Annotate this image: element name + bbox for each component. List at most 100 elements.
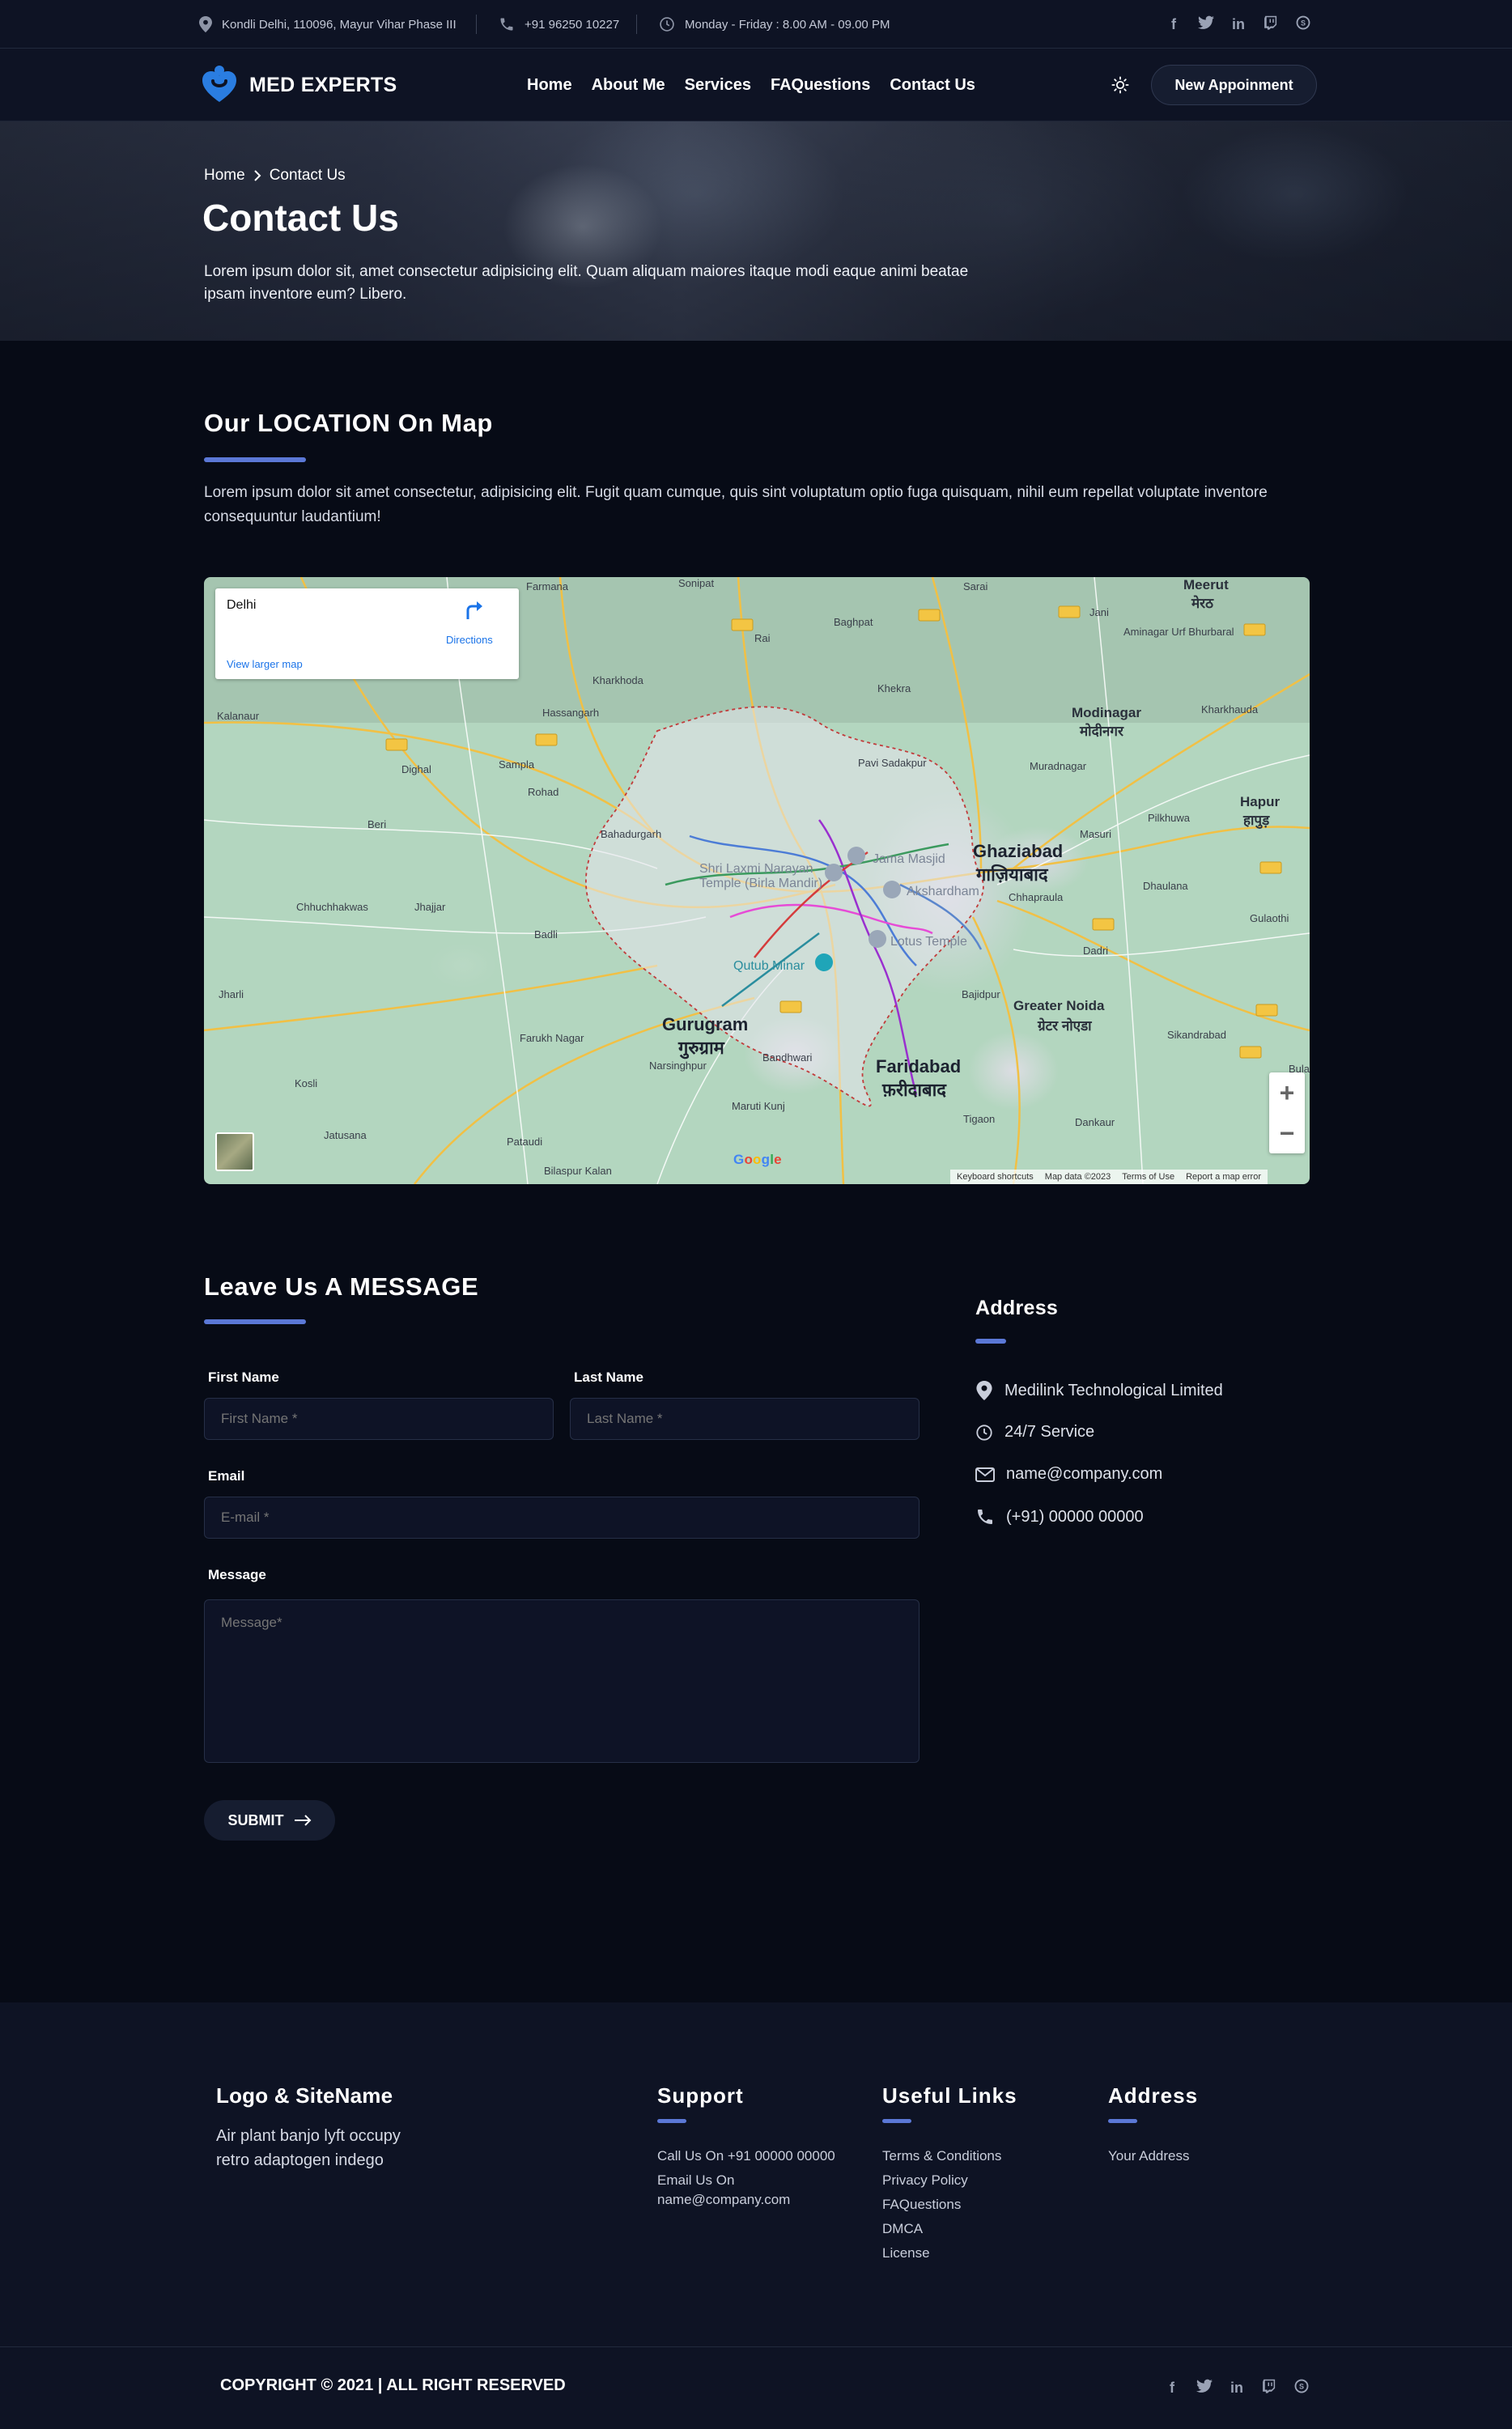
footer-support-call[interactable]: Call Us On +91 00000 00000 <box>657 2148 835 2164</box>
address-email[interactable]: name@company.com <box>975 1465 1162 1484</box>
theme-toggle-button[interactable] <box>1110 74 1131 96</box>
topbar-phone[interactable]: +91 96250 10227 <box>499 0 619 49</box>
map-label-pataudi: Pataudi <box>507 1136 543 1148</box>
address-phone-text: (+91) 00000 00000 <box>1006 1507 1144 1526</box>
map-label-jhajjar: Jhajjar <box>414 901 446 913</box>
heading-underline <box>657 2119 686 2123</box>
email-label: Email <box>208 1468 245 1484</box>
map-label-kharkhoda: Kharkhoda <box>592 674 643 686</box>
nav-link-services[interactable]: Services <box>685 76 751 95</box>
message-textarea[interactable] <box>204 1599 920 1763</box>
footer-link-faq[interactable]: FAQuestions <box>882 2197 961 2213</box>
map-poi-akshardham[interactable]: Akshardham <box>907 885 979 899</box>
zoom-in-button[interactable]: + <box>1269 1072 1305 1113</box>
map-poi-lotus-temple[interactable]: Lotus Temple <box>890 935 967 949</box>
footer-link-privacy[interactable]: Privacy Policy <box>882 2172 968 2189</box>
map-poi-qutub-minar[interactable]: Qutub Minar <box>733 959 805 974</box>
map-label-pavi-sadakpur: Pavi Sadakpur <box>858 757 927 769</box>
page-title: Contact Us <box>202 197 399 239</box>
heading-underline <box>975 1339 1006 1344</box>
directions-link[interactable]: Directions <box>446 634 493 646</box>
map-label-dhaulana: Dhaulana <box>1143 880 1188 892</box>
footer-address-text: Your Address <box>1108 2148 1190 2164</box>
report-map-error-link[interactable]: Report a map error <box>1186 1172 1261 1182</box>
map-label-hassangarh: Hassangarh <box>542 707 600 719</box>
address-phone[interactable]: (+91) 00000 00000 <box>975 1507 1144 1527</box>
google-map[interactable]: Ghaziabad गाज़ियाबाद Gurugram गुरुग्राम … <box>204 577 1310 1184</box>
brand-name: MED EXPERTS <box>249 73 397 96</box>
skype-icon[interactable]: S <box>1295 15 1311 34</box>
map-label-muradnagar: Muradnagar <box>1030 760 1087 772</box>
skype-icon[interactable]: S <box>1293 2379 1310 2397</box>
map-label-faridabad-hi: फ़रीदाबाद <box>882 1080 946 1100</box>
last-name-input[interactable] <box>570 1398 920 1440</box>
map-poi-birla-mandir[interactable]: Shri Laxmi Narayan Temple (Birla Mandir) <box>699 862 829 891</box>
map-label-sampla: Sampla <box>499 758 535 771</box>
footer-link-terms[interactable]: Terms & Conditions <box>882 2148 1001 2164</box>
facebook-icon[interactable]: f <box>1164 2380 1180 2397</box>
location-pin-icon <box>199 16 212 32</box>
map-label-modinagar-hi: मोदीनगर <box>1080 724 1123 739</box>
map-label-sonipat: Sonipat <box>678 577 715 589</box>
page-hero: Home Contact Us Contact Us Lorem ipsum d… <box>0 121 1512 341</box>
map-label-beri: Beri <box>367 818 387 830</box>
directions-icon[interactable] <box>463 598 487 622</box>
nav-link-contact[interactable]: Contact Us <box>890 76 975 95</box>
copyright-bar: COPYRIGHT © 2021 | ALL RIGHT RESERVED f … <box>0 2347 1512 2429</box>
twitch-icon[interactable] <box>1261 2379 1277 2397</box>
map-label-narsinghpur: Narsinghpur <box>649 1060 707 1072</box>
footer-logo-text: Air plant banjo lyft occupy retro adapto… <box>216 2127 401 2169</box>
map-label-bajidpur: Bajidpur <box>962 988 1000 1000</box>
footer-support-email[interactable]: name@company.com <box>657 2192 790 2208</box>
nav-link-home[interactable]: Home <box>527 76 572 95</box>
map-label-hapur-hi: हापुड़ <box>1243 813 1270 828</box>
zoom-out-button[interactable]: − <box>1269 1113 1305 1153</box>
footer-support-email-label: Email Us On <box>657 2172 735 2188</box>
footer-link-license[interactable]: License <box>882 2245 930 2261</box>
site-footer: Logo & SiteName Air plant banjo lyft occ… <box>0 2002 1512 2347</box>
divider <box>476 15 477 34</box>
submit-button[interactable]: SUBMIT <box>204 1800 335 1841</box>
email-input[interactable] <box>204 1497 920 1539</box>
map-label-gurugram: Gurugram <box>662 1014 749 1034</box>
breadcrumb-current: Contact Us <box>269 167 346 184</box>
map-label-bandhwari: Bandhwari <box>762 1051 813 1064</box>
twitter-icon[interactable] <box>1196 2379 1213 2397</box>
view-larger-map-link[interactable]: View larger map <box>227 658 303 670</box>
last-name-label: Last Name <box>574 1369 643 1385</box>
nav-link-faq[interactable]: FAQuestions <box>771 76 870 95</box>
linkedin-icon[interactable]: in <box>1229 2380 1245 2397</box>
map-label-pilkhuwa: Pilkhuwa <box>1148 812 1191 824</box>
map-label-aminagar: Aminagar Urf Bhurbaral <box>1123 626 1234 638</box>
brand-logo[interactable]: MED EXPERTS <box>201 65 397 105</box>
arrow-right-icon <box>294 1815 311 1826</box>
heading-underline <box>1108 2119 1137 2123</box>
first-name-label: First Name <box>208 1369 279 1385</box>
divider <box>636 15 637 34</box>
linkedin-icon[interactable]: in <box>1230 16 1247 33</box>
map-label-chhuchhakwas: Chhuchhakwas <box>296 901 368 913</box>
map-label-farmana: Farmana <box>526 580 569 592</box>
top-info-bar: Kondli Delhi, 110096, Mayur Vihar Phase … <box>0 0 1512 49</box>
map-label-rohad: Rohad <box>528 786 559 798</box>
map-poi-jama-masjid[interactable]: Jama Masjid <box>873 852 945 867</box>
breadcrumb-home[interactable]: Home <box>204 167 245 185</box>
twitter-icon[interactable] <box>1198 15 1214 34</box>
footer-link-dmca[interactable]: DMCA <box>882 2221 923 2237</box>
map-label-farukh-nagar: Farukh Nagar <box>520 1032 584 1044</box>
terms-of-use-link[interactable]: Terms of Use <box>1122 1172 1174 1182</box>
new-appointment-button[interactable]: New Appoinment <box>1151 65 1317 105</box>
map-label-bahadurgarh: Bahadurgarh <box>601 828 662 840</box>
location-heading: Our LOCATION On Map <box>204 409 493 437</box>
first-name-input[interactable] <box>204 1398 554 1440</box>
facebook-icon[interactable]: f <box>1166 16 1182 33</box>
map-card-city: Delhi <box>227 598 257 612</box>
nav-link-about[interactable]: About Me <box>592 76 665 95</box>
map-label-khekra: Khekra <box>877 682 911 694</box>
topbar-address-text: Kondli Delhi, 110096, Mayur Vihar Phase … <box>222 17 457 32</box>
map-zoom-controls: + − <box>1269 1072 1305 1153</box>
keyboard-shortcuts-link[interactable]: Keyboard shortcuts <box>957 1172 1034 1182</box>
satellite-toggle-button[interactable] <box>215 1132 254 1171</box>
twitch-icon[interactable] <box>1263 15 1279 34</box>
footer-logo-title: Logo & SiteName <box>216 2083 393 2108</box>
